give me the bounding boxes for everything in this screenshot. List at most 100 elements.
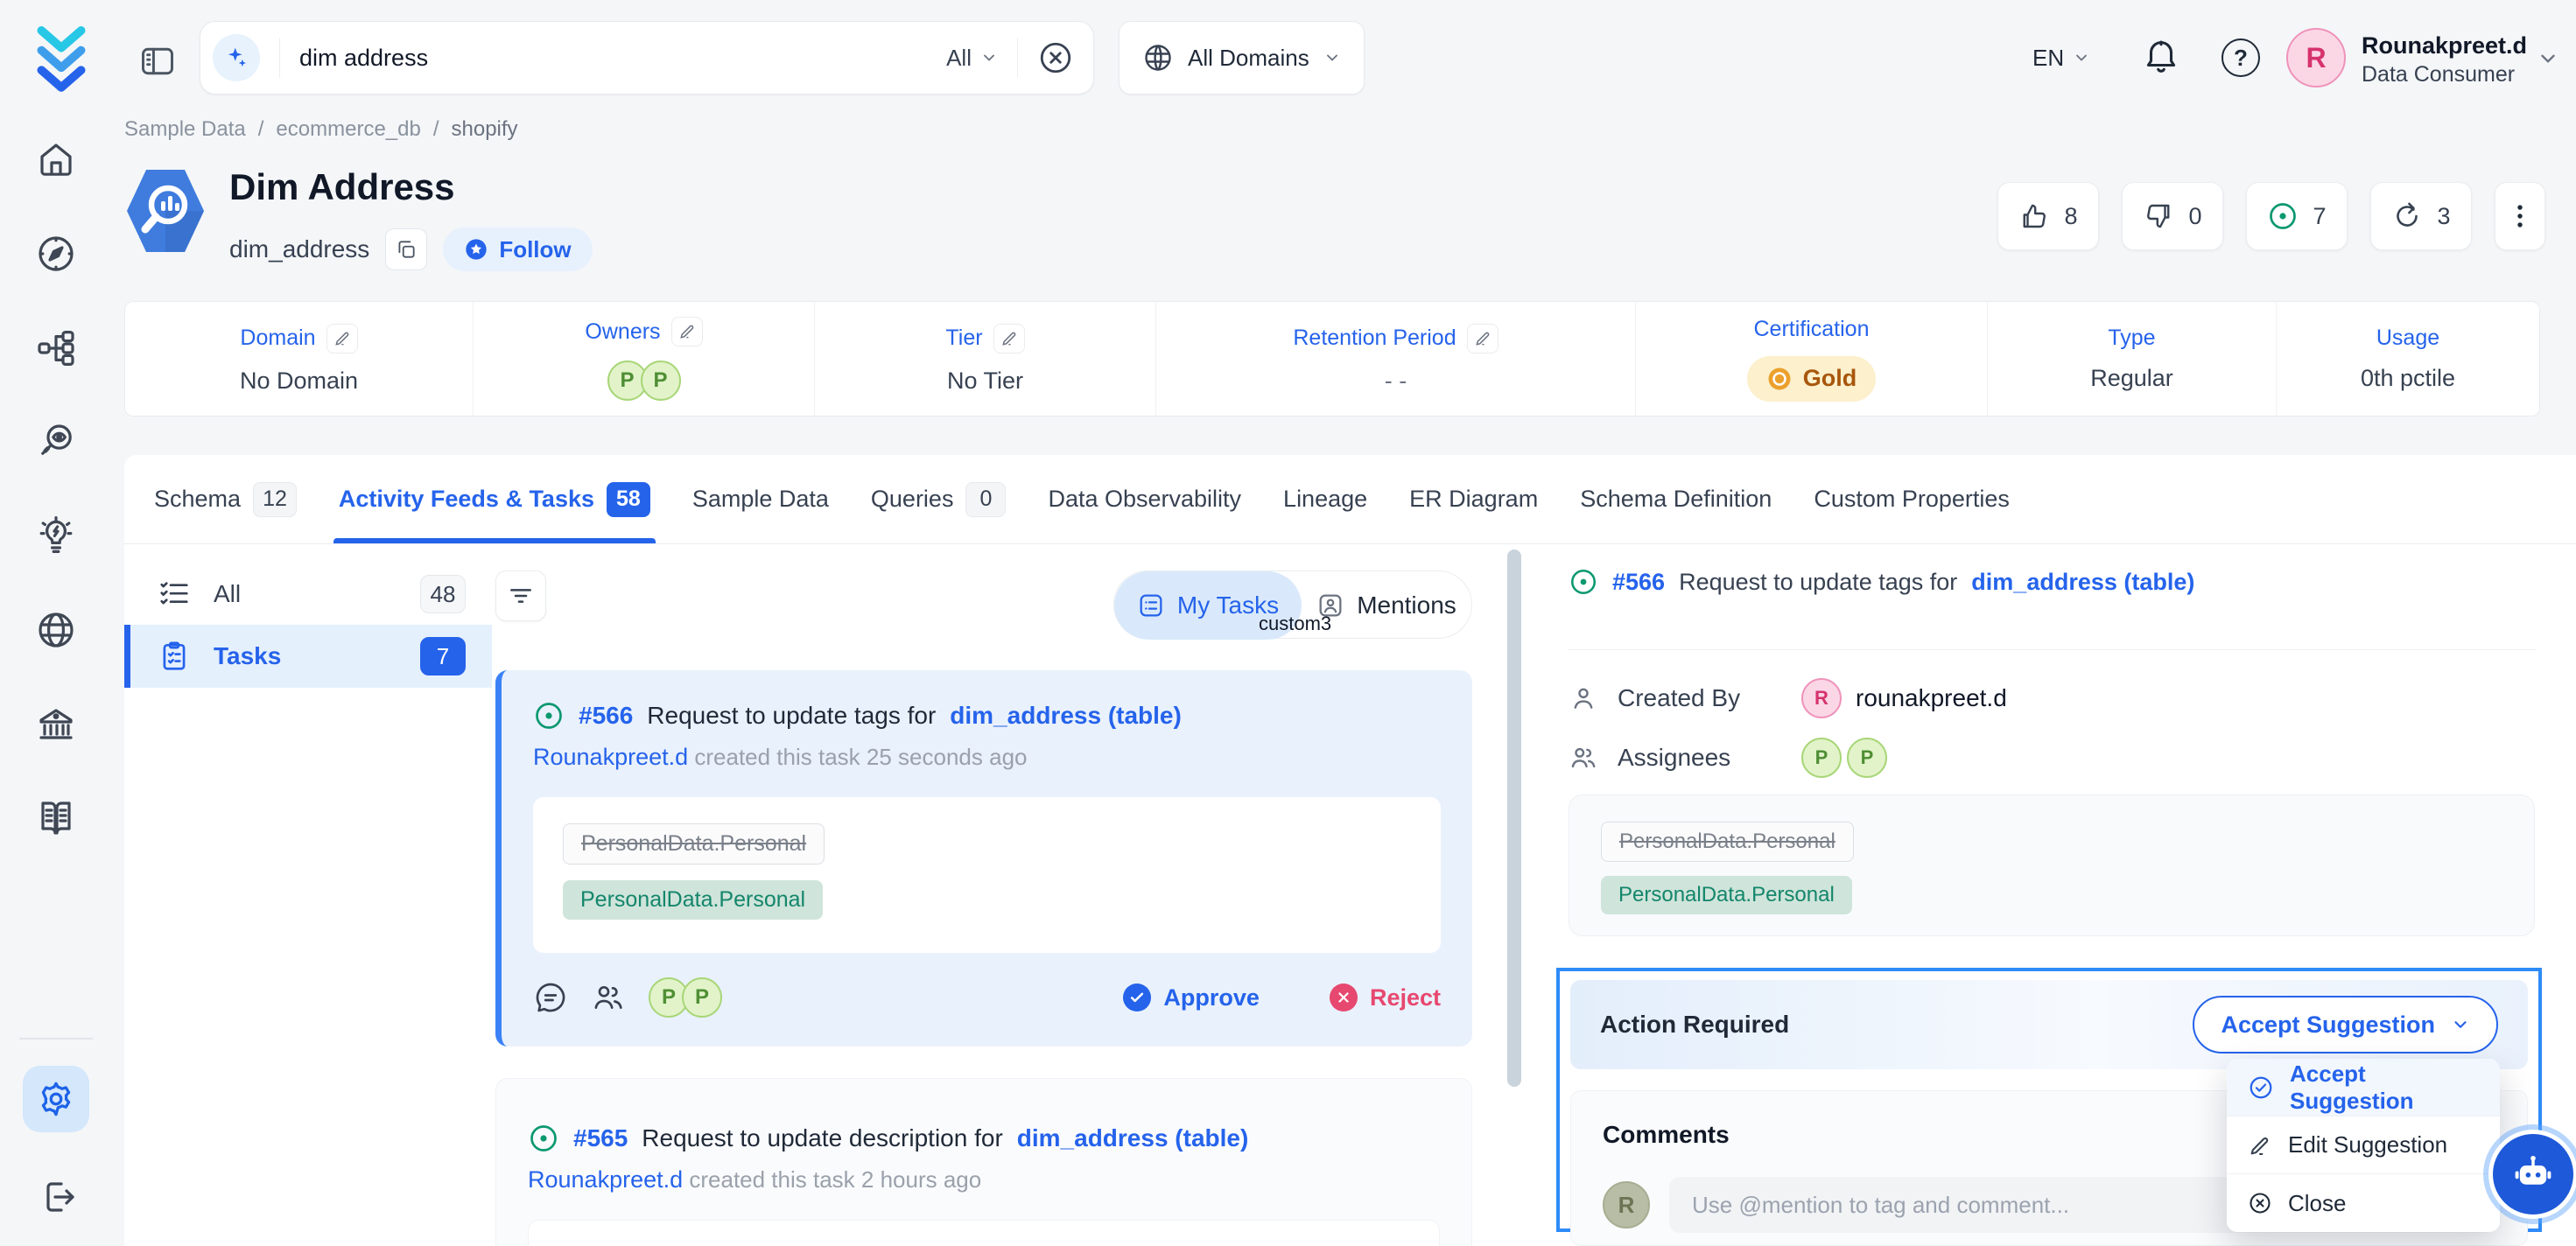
- language-dropdown[interactable]: EN: [2032, 35, 2090, 80]
- task-asset-link[interactable]: dim_address (table): [950, 702, 1182, 730]
- tab-er-diagram[interactable]: ER Diagram: [1409, 456, 1538, 543]
- breadcrumb-item[interactable]: ecommerce_db: [276, 117, 420, 142]
- tab-sample-data[interactable]: Sample Data: [692, 456, 829, 543]
- search-scope-dropdown[interactable]: All: [946, 45, 998, 72]
- certification-label[interactable]: Certification: [1754, 317, 1870, 342]
- menu-item-close[interactable]: Close: [2227, 1174, 2500, 1232]
- more-actions-button[interactable]: [2495, 182, 2545, 250]
- downvotes-button[interactable]: 0: [2122, 182, 2223, 250]
- breadcrumb-item[interactable]: shopify: [452, 117, 518, 142]
- metadata-retention: Retention Period - -: [1156, 302, 1636, 416]
- tab-lineage[interactable]: Lineage: [1283, 456, 1367, 543]
- task-card-565[interactable]: #565 Request to update description for d…: [495, 1078, 1472, 1246]
- user-avatar[interactable]: R: [2286, 28, 2346, 88]
- feed-filter-tasks[interactable]: Tasks 7: [124, 625, 492, 688]
- help-icon[interactable]: ?: [2222, 38, 2260, 77]
- breadcrumb-separator: /: [433, 117, 439, 142]
- menu-item-accept-suggestion[interactable]: Accept Suggestion: [2227, 1059, 2500, 1116]
- tab-custom-properties[interactable]: Custom Properties: [1814, 456, 2010, 543]
- task-asset-link[interactable]: dim_address (table): [1017, 1124, 1249, 1152]
- tab-data-observability[interactable]: Data Observability: [1048, 456, 1241, 543]
- logout-icon[interactable]: [39, 1176, 81, 1218]
- search-eye-icon[interactable]: [35, 420, 77, 462]
- page-title: Dim Address: [229, 166, 455, 208]
- menu-item-edit-suggestion[interactable]: Edit Suggestion: [2227, 1116, 2500, 1174]
- assignee-avatar[interactable]: P: [1847, 738, 1887, 778]
- task-author-link[interactable]: Rounakpreet.d: [533, 744, 688, 770]
- domain-label[interactable]: Domain: [240, 326, 315, 351]
- owners-label[interactable]: Owners: [585, 319, 660, 345]
- old-tag-pill: PersonalData.Personal: [1601, 822, 1854, 862]
- overlay-label: custom3: [1259, 612, 1331, 635]
- chatbot-button[interactable]: [2493, 1134, 2573, 1214]
- x-circle-icon: [1330, 984, 1358, 1012]
- notifications-bell-icon[interactable]: [2141, 35, 2181, 75]
- divider: [279, 38, 280, 78]
- action-dropdown-label: Accept Suggestion: [2221, 1012, 2435, 1039]
- retention-label[interactable]: Retention Period: [1293, 326, 1456, 351]
- globe-grid-icon[interactable]: [35, 609, 77, 651]
- edit-owners-button[interactable]: [671, 317, 703, 346]
- assignee-avatar[interactable]: P: [1801, 738, 1842, 778]
- assignees-people-icon[interactable]: [591, 980, 626, 1015]
- feed-filter-all[interactable]: All 48: [124, 567, 492, 621]
- home-icon[interactable]: [35, 138, 77, 180]
- assignees-row: Assignees P P: [1569, 735, 1887, 780]
- action-dropdown-menu: Accept Suggestion Edit Suggestion Close: [2227, 1059, 2500, 1232]
- tab-queries[interactable]: Queries0: [871, 456, 1007, 543]
- assignee-avatar[interactable]: P: [682, 977, 722, 1018]
- task-id-link[interactable]: #566: [579, 702, 633, 730]
- tab-schema[interactable]: Schema12: [154, 456, 297, 543]
- breadcrumb-item[interactable]: Sample Data: [124, 117, 246, 142]
- feed-scrollbar[interactable]: [1507, 550, 1521, 1087]
- search-scope-label: All: [946, 45, 972, 72]
- pencil-icon: [678, 323, 696, 340]
- clear-search-icon[interactable]: [1037, 39, 1074, 76]
- reject-button[interactable]: Reject: [1330, 984, 1441, 1012]
- user-info[interactable]: Rounakpreet.d Data Consumer: [2362, 32, 2527, 88]
- task-id-link[interactable]: #565: [573, 1124, 628, 1152]
- owner-avatar[interactable]: P: [641, 360, 681, 401]
- task-author-link[interactable]: Rounakpreet.d: [528, 1166, 683, 1193]
- task-card-566[interactable]: #566 Request to update tags for dim_addr…: [495, 670, 1472, 1046]
- compass-icon[interactable]: [35, 233, 77, 275]
- copy-name-button[interactable]: [385, 228, 427, 270]
- user-menu-chevron-icon[interactable]: [2537, 47, 2559, 70]
- creator-avatar[interactable]: R: [1801, 678, 1842, 718]
- upvotes-count: 8: [2064, 203, 2077, 230]
- upvotes-button[interactable]: 8: [1997, 182, 2099, 250]
- tasks-count-button[interactable]: 7: [2246, 182, 2348, 250]
- docs-book-icon[interactable]: [35, 798, 77, 840]
- global-search[interactable]: dim address All: [200, 21, 1094, 94]
- metadata-owners: Owners P P: [474, 302, 815, 416]
- refresh-button[interactable]: 3: [2370, 182, 2472, 250]
- edit-tier-button[interactable]: [993, 324, 1025, 354]
- edit-domain-button[interactable]: [326, 324, 358, 354]
- type-label[interactable]: Type: [2108, 326, 2155, 351]
- new-tag-pill: PersonalData.Personal: [1601, 876, 1852, 914]
- sidebar-toggle-icon[interactable]: [138, 42, 177, 80]
- bank-icon[interactable]: [35, 704, 77, 746]
- metadata-certification: Certification Gold: [1636, 302, 1988, 416]
- settings-button[interactable]: [23, 1066, 89, 1132]
- action-dropdown-button[interactable]: Accept Suggestion: [2193, 996, 2498, 1054]
- menu-item-label: Close: [2288, 1190, 2346, 1217]
- task-id-link[interactable]: #566: [1612, 569, 1665, 596]
- creator-name[interactable]: rounakpreet.d: [1856, 684, 2007, 712]
- insights-bulb-icon[interactable]: [35, 514, 77, 556]
- task-suggestion-box: This dimension table contains the billin…: [528, 1220, 1440, 1246]
- tier-label[interactable]: Tier: [945, 326, 982, 351]
- follow-button[interactable]: Follow: [443, 228, 592, 271]
- usage-label[interactable]: Usage: [2376, 326, 2439, 351]
- comment-bubble-icon[interactable]: [533, 980, 568, 1015]
- task-asset-link[interactable]: dim_address (table): [1971, 569, 2194, 596]
- approve-button[interactable]: Approve: [1123, 984, 1260, 1012]
- tab-activity-feeds-tasks[interactable]: Activity Feeds & Tasks58: [339, 456, 650, 543]
- tab-schema-definition[interactable]: Schema Definition: [1580, 456, 1772, 543]
- hierarchy-icon[interactable]: [35, 327, 77, 369]
- edit-retention-button[interactable]: [1467, 324, 1499, 354]
- all-domains-dropdown[interactable]: All Domains: [1119, 21, 1365, 94]
- search-input[interactable]: dim address: [299, 45, 946, 72]
- app-logo[interactable]: [32, 23, 91, 93]
- feed-filter-button[interactable]: [495, 570, 546, 621]
